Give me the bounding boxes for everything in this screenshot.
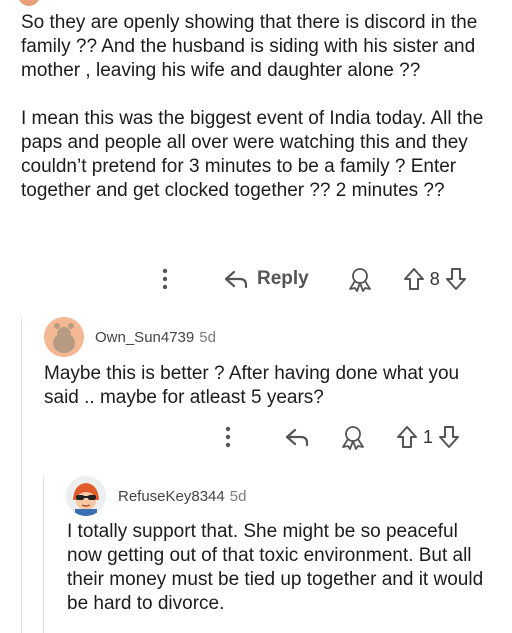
comment-actions: 1	[218, 422, 460, 452]
comment-text: Maybe this is better ? After having done…	[44, 363, 460, 408]
comment-text: I totally support that. She might be so …	[67, 521, 484, 614]
comment-paragraph: So they are openly showing that there is…	[21, 12, 478, 81]
reply-arrow-icon	[223, 269, 249, 289]
more-options-icon[interactable]	[155, 268, 175, 290]
avatar[interactable]	[44, 317, 84, 357]
thread-line[interactable]	[21, 318, 22, 633]
comment-body: So they are openly showing that there is…	[21, 11, 491, 203]
award-icon[interactable]	[347, 266, 373, 292]
downvote-icon[interactable]	[438, 425, 460, 449]
comment-body: I totally support that. She might be so …	[67, 520, 497, 616]
comment-header: RefuseKey8344 5d	[66, 476, 246, 516]
timestamp: 5d	[229, 487, 247, 505]
timestamp: 5d	[199, 328, 216, 346]
award-icon[interactable]	[340, 424, 366, 450]
reply-button[interactable]: Reply	[223, 268, 309, 290]
comment-actions: Reply 8	[155, 264, 467, 294]
downvote-icon[interactable]	[445, 267, 467, 291]
username[interactable]: Own_Sun4739	[95, 329, 194, 346]
upvote-icon[interactable]	[396, 425, 418, 449]
vote-count: 8	[429, 268, 440, 289]
comment-body: Maybe this is better ? After having done…	[44, 362, 494, 410]
reply-arrow-icon[interactable]	[284, 427, 310, 447]
thread-line[interactable]	[43, 477, 44, 633]
comment-header: Own_Sun4739 5d	[44, 317, 216, 357]
upvote-icon[interactable]	[403, 267, 425, 291]
avatar[interactable]	[66, 476, 106, 516]
more-options-icon[interactable]	[218, 426, 238, 448]
avatar[interactable]	[18, 0, 40, 6]
username[interactable]: RefuseKey8344	[118, 488, 225, 505]
comment-paragraph: I mean this was the biggest event of Ind…	[21, 108, 484, 201]
reply-label: Reply	[257, 268, 309, 289]
vote-count: 1	[423, 426, 434, 447]
